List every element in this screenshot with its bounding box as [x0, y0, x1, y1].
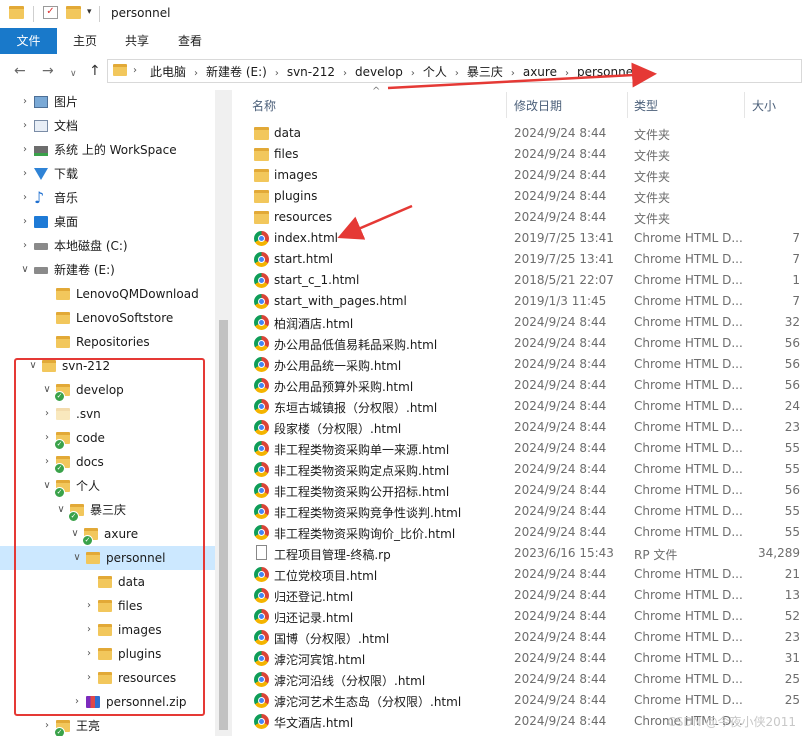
annotation-arrows — [337, 62, 657, 240]
annotation-arrow-to-index — [337, 204, 413, 240]
annotation-arrow-to-personnel — [387, 62, 657, 90]
